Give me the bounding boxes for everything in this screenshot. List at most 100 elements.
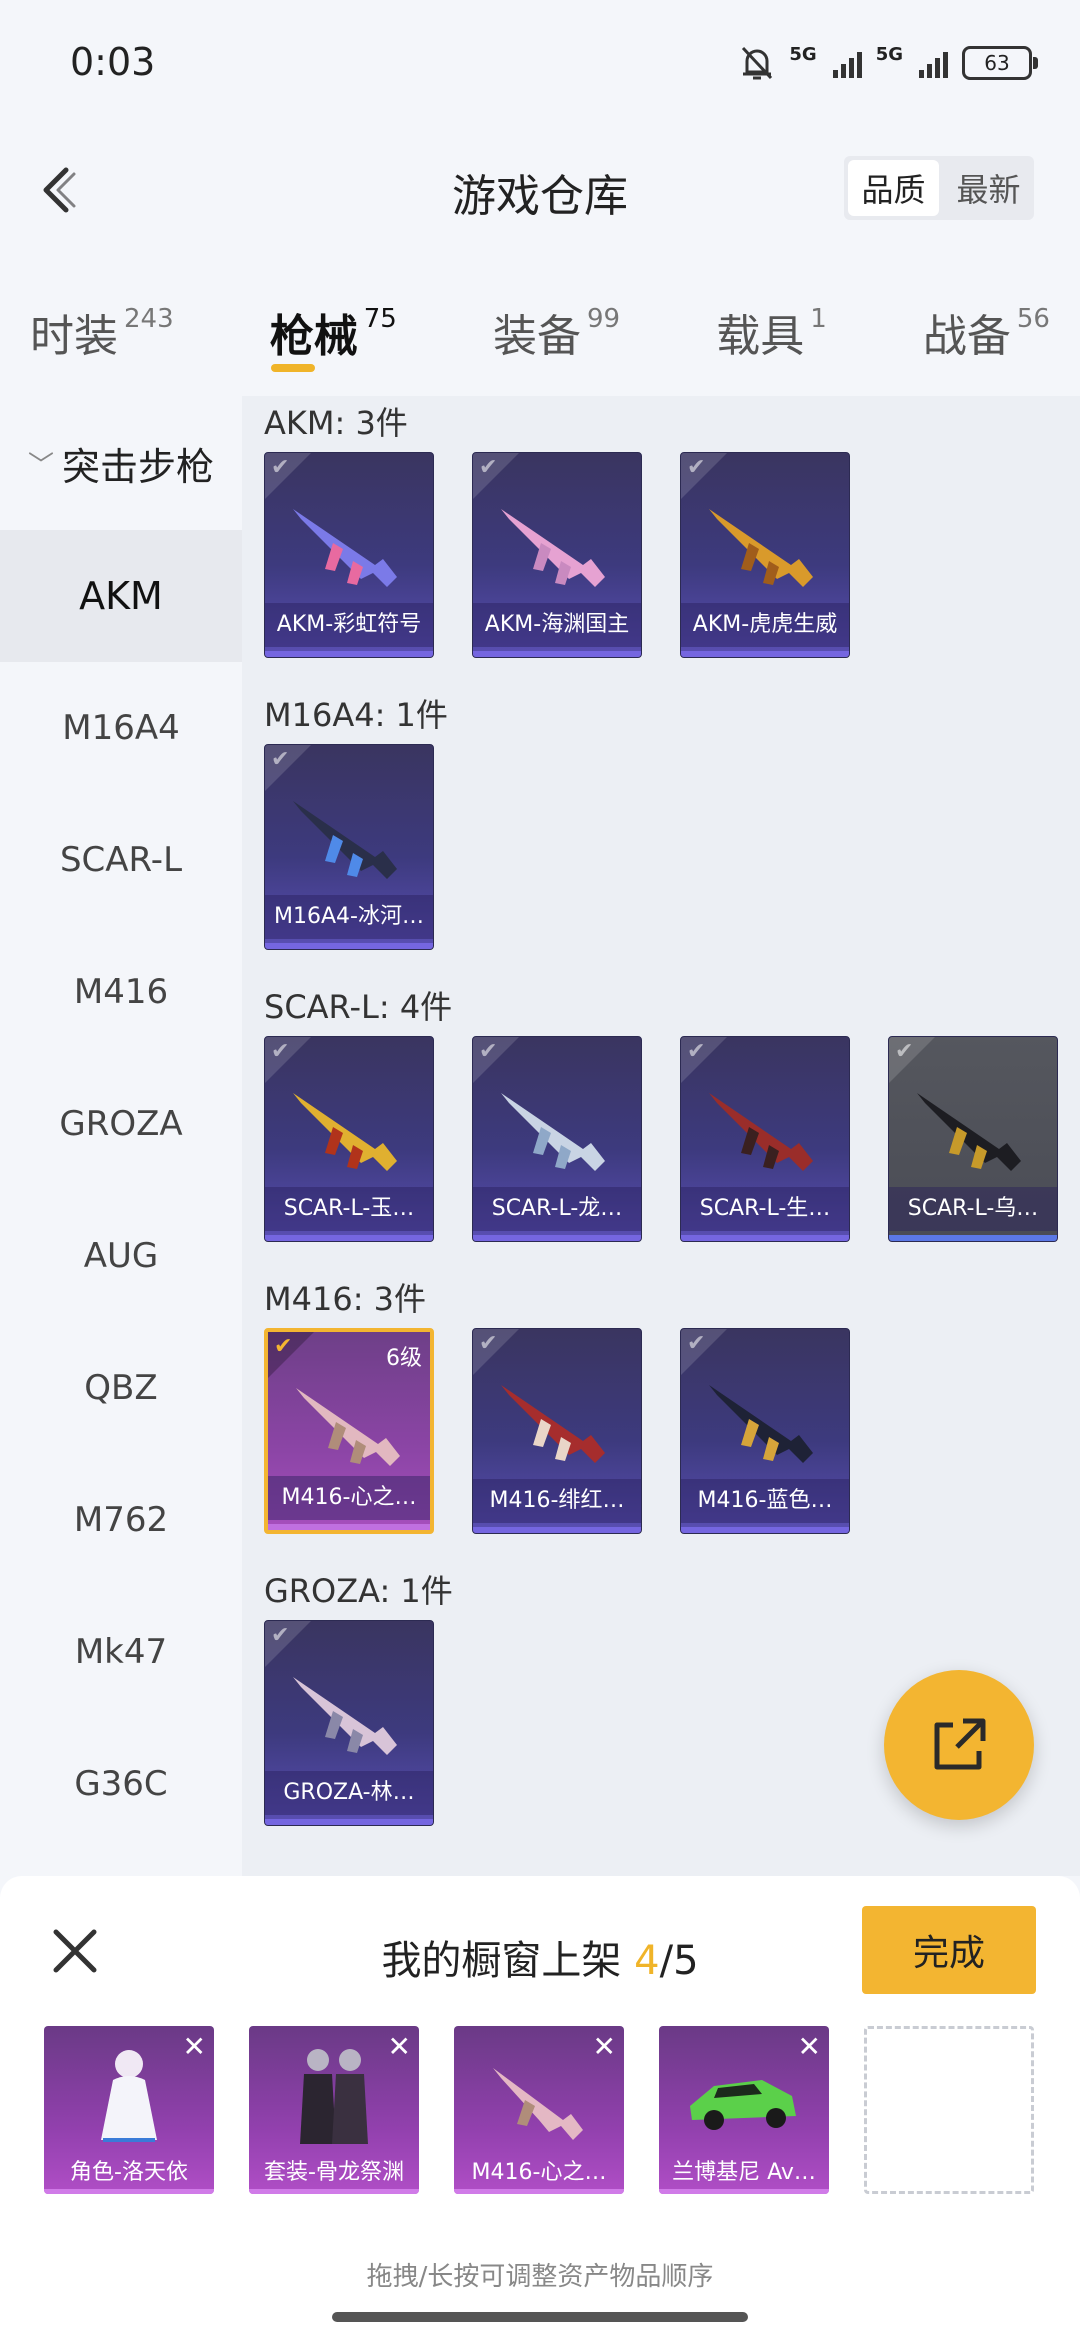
sidebar-item-groza[interactable]: GROZA xyxy=(0,1058,242,1190)
slot-name: M416-心之… xyxy=(471,2160,607,2185)
rarity-bar xyxy=(473,1235,641,1241)
character-thumbnail-icon xyxy=(101,2050,157,2142)
share-icon xyxy=(934,1718,986,1770)
weapon-skin-name: M416-蓝色… xyxy=(681,1479,849,1523)
sidebar-item-g36c[interactable]: G36C xyxy=(0,1718,242,1850)
network-label-1: 5G xyxy=(789,44,817,65)
active-tab-indicator xyxy=(271,364,316,372)
sort-newest-button[interactable]: 最新 xyxy=(943,156,1034,220)
rarity-bar xyxy=(681,651,849,657)
slot-rarity-bar xyxy=(454,2189,624,2194)
weapon-skin-name: SCAR-L-乌… xyxy=(889,1187,1057,1231)
remove-icon[interactable]: ✕ xyxy=(388,2030,411,2063)
showcase-panel: 我的橱窗上架 4/5 完成 ✕ 角色-洛天依 ✕ 套装-骨龙祭渊 ✕ M416-… xyxy=(0,1876,1080,2339)
slot-name: 兰博基尼 Av… xyxy=(672,2160,816,2185)
tab-vehicles[interactable]: 载具 1 xyxy=(716,280,827,362)
check-icon: ✔ xyxy=(895,1039,914,1064)
weapon-skin-card[interactable]: ✔ SCAR-L-乌… xyxy=(888,1036,1058,1242)
showcase-slot[interactable]: ✕ 套装-骨龙祭渊 xyxy=(249,2026,419,2194)
rarity-bar xyxy=(473,651,641,657)
sidebar-item-mk47[interactable]: Mk47 xyxy=(0,1586,242,1718)
group-label: M416: 3件 xyxy=(264,1280,427,1318)
tab-label: 战备 xyxy=(922,311,1011,362)
sort-quality-button[interactable]: 品质 xyxy=(848,160,939,216)
sort-toggle: 品质 最新 xyxy=(844,156,1034,220)
sidebar-item-qbz[interactable]: QBZ xyxy=(0,1322,242,1454)
showcase-slot[interactable]: ✕ 角色-洛天依 xyxy=(44,2026,214,2194)
weapon-skin-card[interactable]: ✔ AKM-彩虹符号 xyxy=(264,452,434,658)
rifle-icon xyxy=(709,1093,813,1171)
tab-label: 载具 xyxy=(716,311,805,362)
weapon-skin-card[interactable]: ✔ M416-绯红… xyxy=(472,1328,642,1534)
remove-icon[interactable]: ✕ xyxy=(183,2030,206,2063)
car-thumbnail-icon xyxy=(690,2080,796,2130)
weapon-skin-card[interactable]: ✔ M416-蓝色… xyxy=(680,1328,850,1534)
check-icon: ✔ xyxy=(479,1039,498,1064)
sidebar-item-aug[interactable]: AUG xyxy=(0,1190,242,1322)
tab-equipment[interactable]: 装备 99 xyxy=(493,280,621,362)
sidebar-item-m416[interactable]: M416 xyxy=(0,926,242,1058)
weapon-skin-card[interactable]: ✔ M16A4-冰河… xyxy=(264,744,434,950)
group-label: SCAR-L: 4件 xyxy=(264,988,453,1026)
weapon-skin-card[interactable]: ✔ AKM-海渊国主 xyxy=(472,452,642,658)
weapon-skin-name: SCAR-L-玉… xyxy=(265,1187,433,1231)
sidebar-item-m762[interactable]: M762 xyxy=(0,1454,242,1586)
check-icon: ✔ xyxy=(271,747,290,772)
tab-guns[interactable]: 枪械 75 xyxy=(270,280,397,372)
rifle-icon xyxy=(501,1093,605,1171)
weapon-skin-card[interactable]: ✔ SCAR-L-生… xyxy=(680,1036,850,1242)
rifle-icon xyxy=(296,1388,400,1466)
remove-icon[interactable]: ✕ xyxy=(593,2030,616,2063)
weapon-skin-card[interactable]: ✔ 6级 M416-心之… xyxy=(264,1328,434,1534)
showcase-slot[interactable]: ✕ M416-心之… xyxy=(454,2026,624,2194)
rifle-icon xyxy=(293,509,397,587)
tab-label: 时装 xyxy=(30,311,118,362)
rifle-icon xyxy=(293,1093,397,1171)
chevron-down-icon: ﹀ xyxy=(27,450,54,481)
weapon-skin-name: M416-心之… xyxy=(268,1476,430,1520)
share-button[interactable] xyxy=(884,1670,1034,1820)
tab-count: 56 xyxy=(1016,304,1050,334)
weapon-skin-name: M16A4-冰河… xyxy=(265,895,433,939)
tab-battle-prep[interactable]: 战备 56 xyxy=(923,280,1050,362)
sidebar-item-akm[interactable]: AKM xyxy=(0,530,242,662)
sidebar-item-m16a4[interactable]: M16A4 xyxy=(0,662,242,794)
tab-count: 75 xyxy=(363,304,397,334)
check-icon: ✔ xyxy=(274,1334,293,1359)
rarity-bar xyxy=(265,651,433,657)
showcase-slot[interactable]: ✕ 兰博基尼 Av… xyxy=(659,2026,829,2194)
signal-icon xyxy=(832,48,862,78)
check-icon: ✔ xyxy=(687,455,706,480)
weapon-skin-name: AKM-虎虎生威 xyxy=(681,603,849,647)
done-button[interactable]: 完成 xyxy=(862,1906,1036,1994)
weapon-skin-name: M416-绯红… xyxy=(473,1479,641,1523)
sidebar-item-scar-l[interactable]: SCAR-L xyxy=(0,794,242,926)
battery-icon: 63 xyxy=(962,46,1038,80)
sidebar-category-assault-rifles[interactable]: ﹀ 突击步枪 xyxy=(0,396,242,530)
signal-icon xyxy=(919,48,948,78)
weapon-skin-card[interactable]: ✔ SCAR-L-龙… xyxy=(472,1036,642,1242)
rarity-bar xyxy=(265,943,433,949)
weapon-skin-card[interactable]: ✔ GROZA-林… xyxy=(264,1620,434,1826)
rarity-bar xyxy=(265,1819,433,1825)
rarity-bar xyxy=(681,1527,849,1533)
sidebar-category-label: 突击步枪 xyxy=(62,444,215,489)
weapon-type-sidebar: ﹀ 突击步枪 AKM M16A4 SCAR-L M416 GROZA AUG Q… xyxy=(0,396,242,1876)
rarity-bar xyxy=(268,1524,430,1530)
weapon-skin-name: SCAR-L-生… xyxy=(681,1187,849,1231)
remove-icon[interactable]: ✕ xyxy=(798,2030,821,2063)
weapon-skin-grid: AKM: 3件 ✔ AKM-彩虹符号 ✔ AKM-海渊国主 ✔ AKM-虎虎生威 M16A4:… xyxy=(242,396,1080,1876)
rifle-icon xyxy=(501,1385,605,1463)
rifle-icon xyxy=(917,1093,1021,1171)
category-tabs: 时装 243 枪械 75 装备 99 载具 1 战备 56 xyxy=(0,280,1080,380)
check-icon: ✔ xyxy=(687,1331,706,1356)
tab-fashion[interactable]: 时装 243 xyxy=(30,280,174,362)
weapon-skin-card[interactable]: ✔ SCAR-L-玉… xyxy=(264,1036,434,1242)
group-label: GROZA: 1件 xyxy=(264,1572,453,1610)
tab-count: 99 xyxy=(586,304,621,334)
weapon-skin-card[interactable]: ✔ AKM-虎虎生威 xyxy=(680,452,850,658)
rarity-bar xyxy=(265,1235,433,1241)
empty-showcase-slot[interactable] xyxy=(864,2026,1034,2194)
rifle-thumbnail-icon xyxy=(493,2068,583,2140)
rifle-icon xyxy=(293,801,397,879)
